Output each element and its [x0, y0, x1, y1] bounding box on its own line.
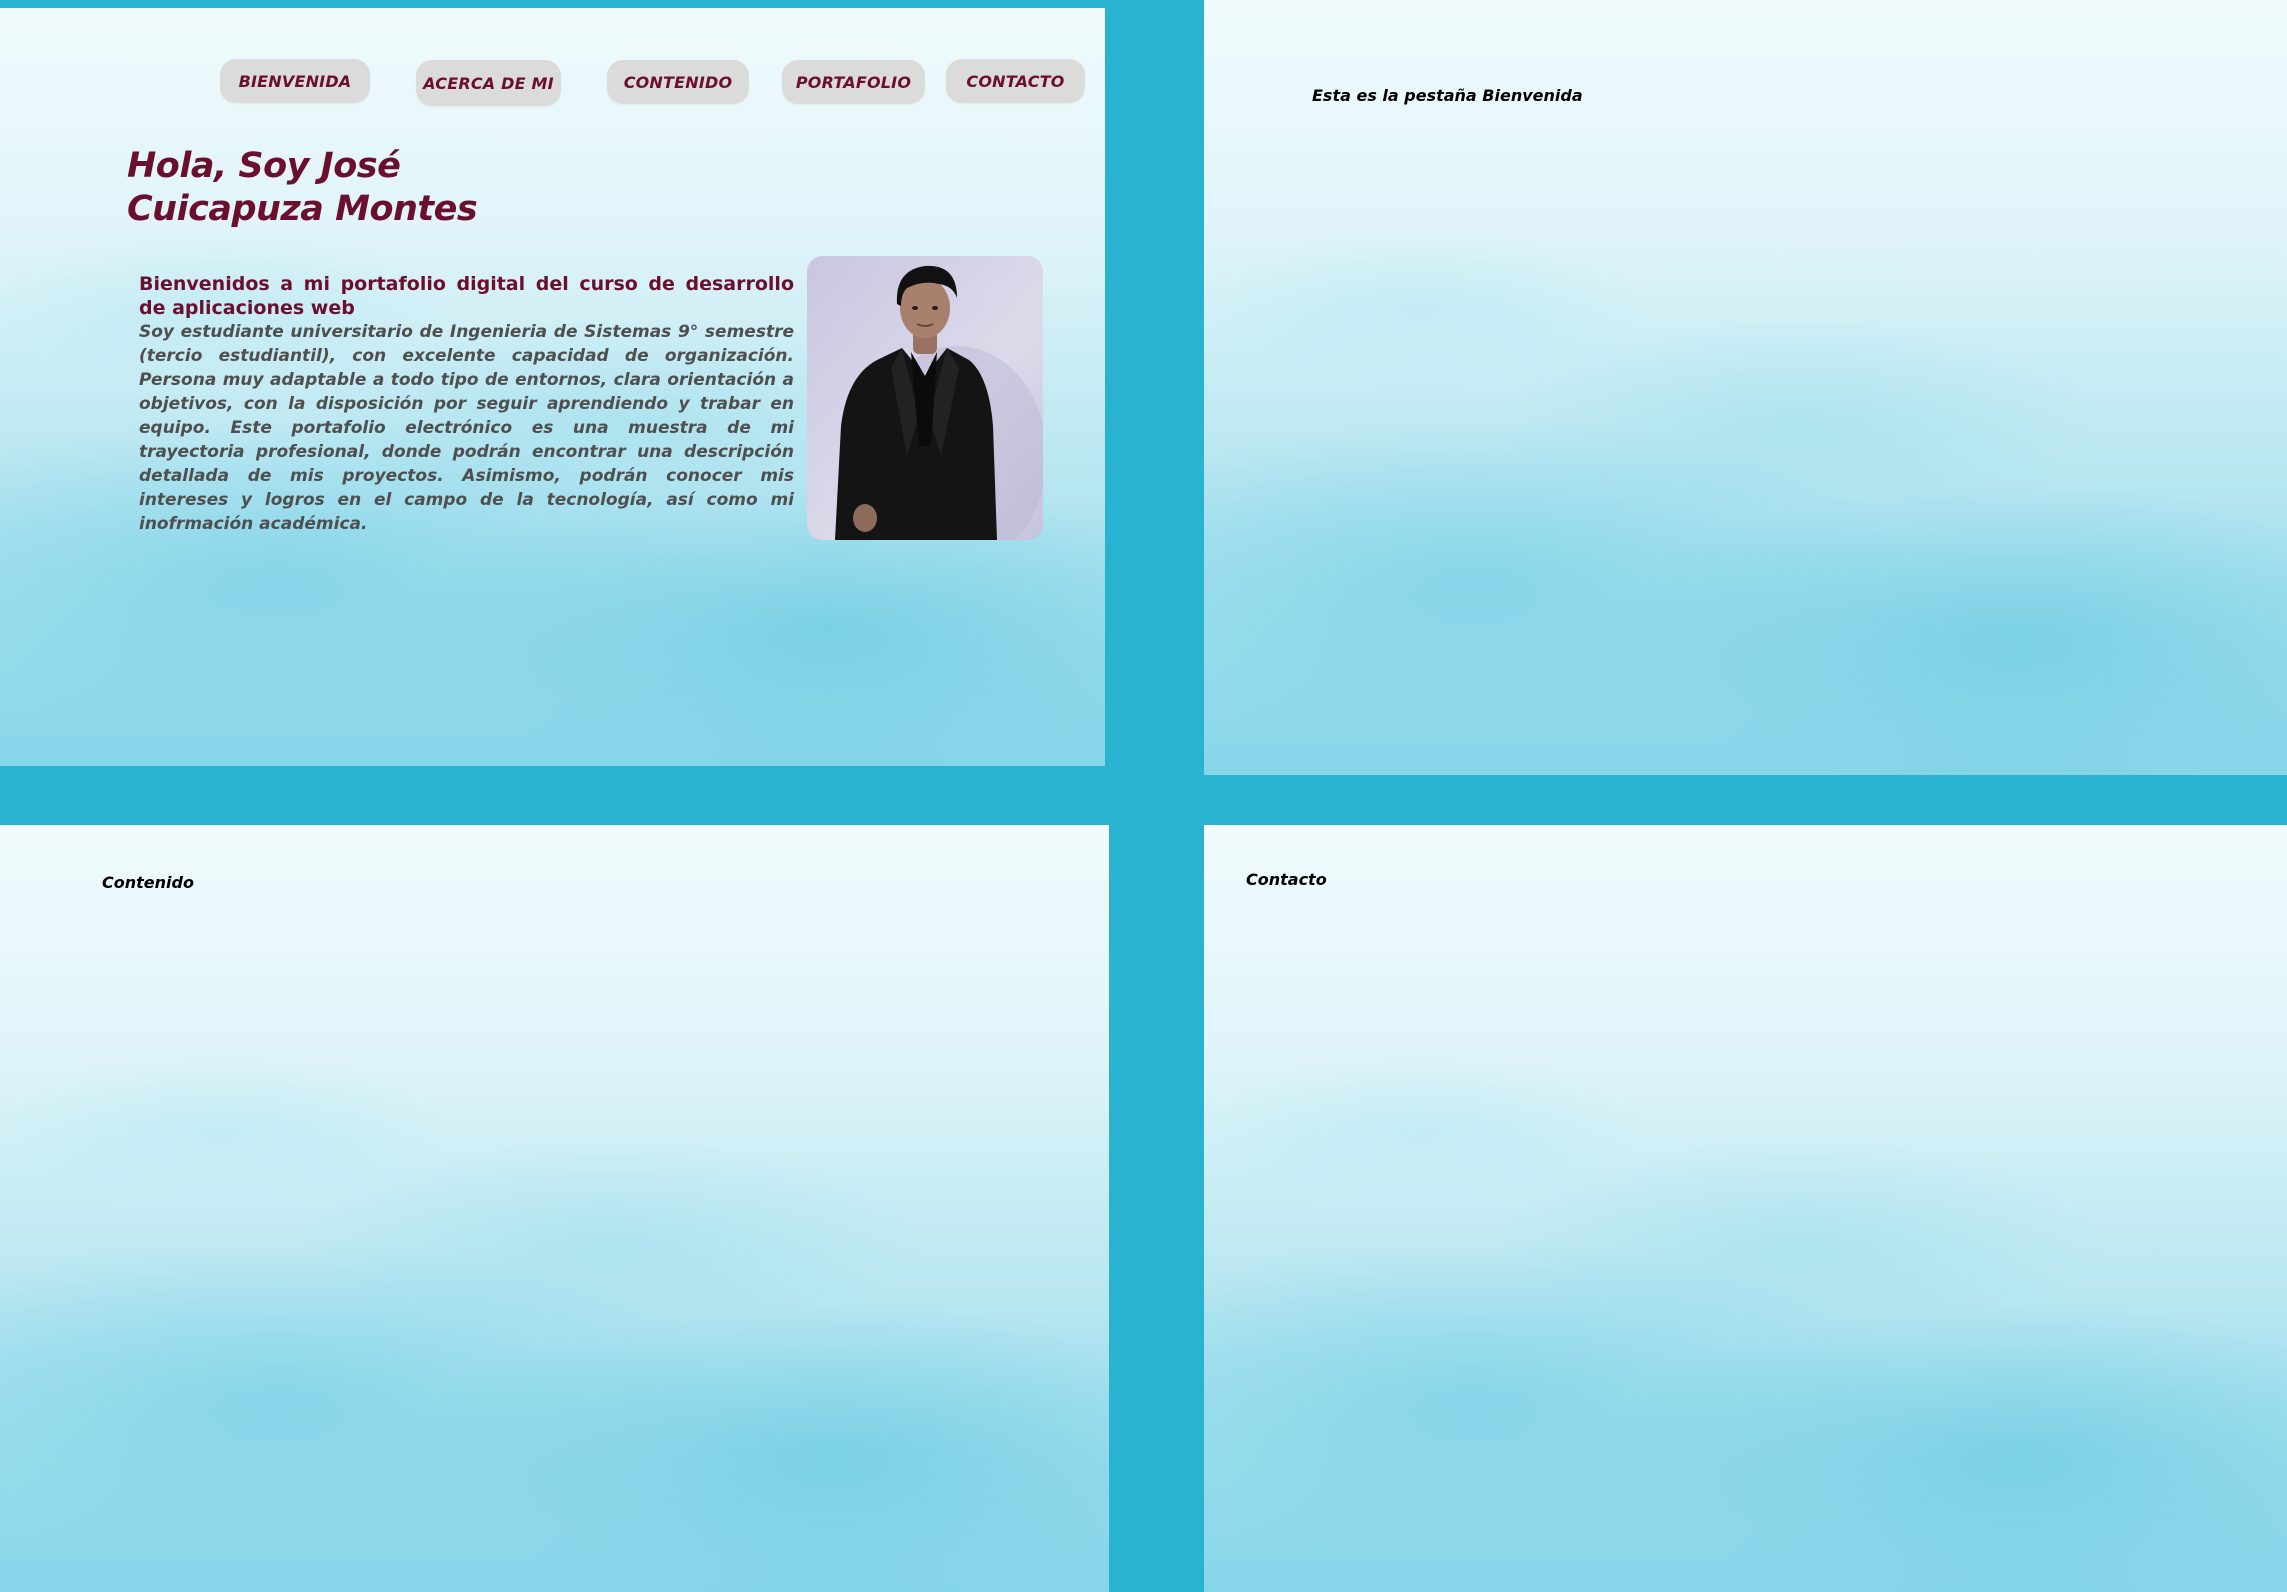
nav-button-portafolio[interactable]: PORTAFOLIO [782, 60, 925, 104]
contact-page-panel: Contacto [1204, 825, 2287, 1592]
page-title-line-2: Cuicapuza Montes [127, 189, 478, 229]
content-tab-label: Contenido [102, 873, 194, 892]
page-title-line-1: Hola, Soy José [127, 146, 401, 186]
nav-button-contenido[interactable]: CONTENIDO [607, 60, 749, 104]
profile-photo-illustration [807, 256, 1043, 540]
welcome-page-panel: Esta es la pestaña Bienvenida [1204, 0, 2287, 775]
page-title: Hola, Soy José Cuicapuza Montes [127, 145, 687, 231]
nav-button-acerca-de-mi[interactable]: ACERCA DE MI [416, 60, 561, 106]
contact-tab-label: Contacto [1246, 870, 1327, 889]
profile-photo [807, 256, 1043, 540]
home-page-panel: BIENVENIDA ACERCA DE MI CONTENIDO PORTAF… [0, 8, 1105, 766]
welcome-tab-label: Esta es la pestaña Bienvenida [1312, 86, 1583, 105]
nav-button-bienvenida[interactable]: BIENVENIDA [220, 59, 370, 103]
intro-heading: Bienvenidos a mi portafolio digital del … [139, 273, 794, 319]
intro-paragraph: Soy estudiante universitario de Ingenier… [139, 322, 794, 534]
content-page-panel: Contenido [0, 825, 1109, 1592]
nav-button-contacto[interactable]: CONTACTO [946, 59, 1085, 103]
